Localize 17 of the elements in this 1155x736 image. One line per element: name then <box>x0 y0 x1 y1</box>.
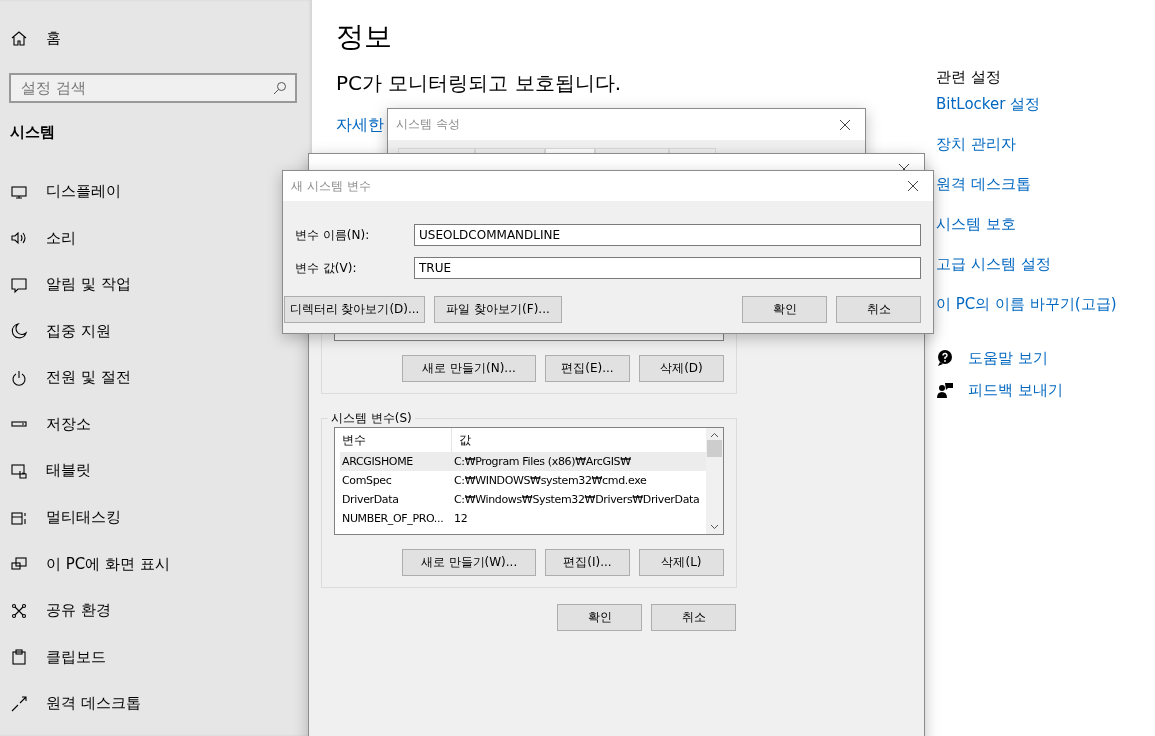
group-legend: 시스템 변수(S) <box>328 410 415 427</box>
section-heading: 시스템 <box>10 122 56 142</box>
table-cell-text: 12 <box>453 512 469 525</box>
table-cell-text: NUMBER_OF_PRO... <box>341 512 445 525</box>
status-text: PC가 모니터링되고 보호됩니다. <box>336 70 623 97</box>
field-label: 변수 값(V): <box>295 259 357 277</box>
table-cell-text: ARCGISHOME <box>341 455 414 468</box>
table-cell-text: C:₩Program Files (x86)₩ArcGIS₩ <box>453 455 632 468</box>
table-cell-text: C:₩WINDOWS₩system32₩cmd.exe <box>453 474 648 487</box>
field-label: 변수 이름(N): <box>295 226 370 244</box>
window-title: 새 시스템 변수 <box>291 177 371 195</box>
table-cell-text: C:₩Windows₩System32₩Drivers₩DriverData <box>453 493 701 506</box>
window-title: 시스템 속성 <box>396 116 460 133</box>
page-title: 정보 <box>336 19 393 55</box>
related-heading: 관련 설정 <box>936 68 1002 87</box>
table-cell-text: ComSpec <box>341 474 393 487</box>
table-cell-text: DriverData <box>341 493 400 506</box>
